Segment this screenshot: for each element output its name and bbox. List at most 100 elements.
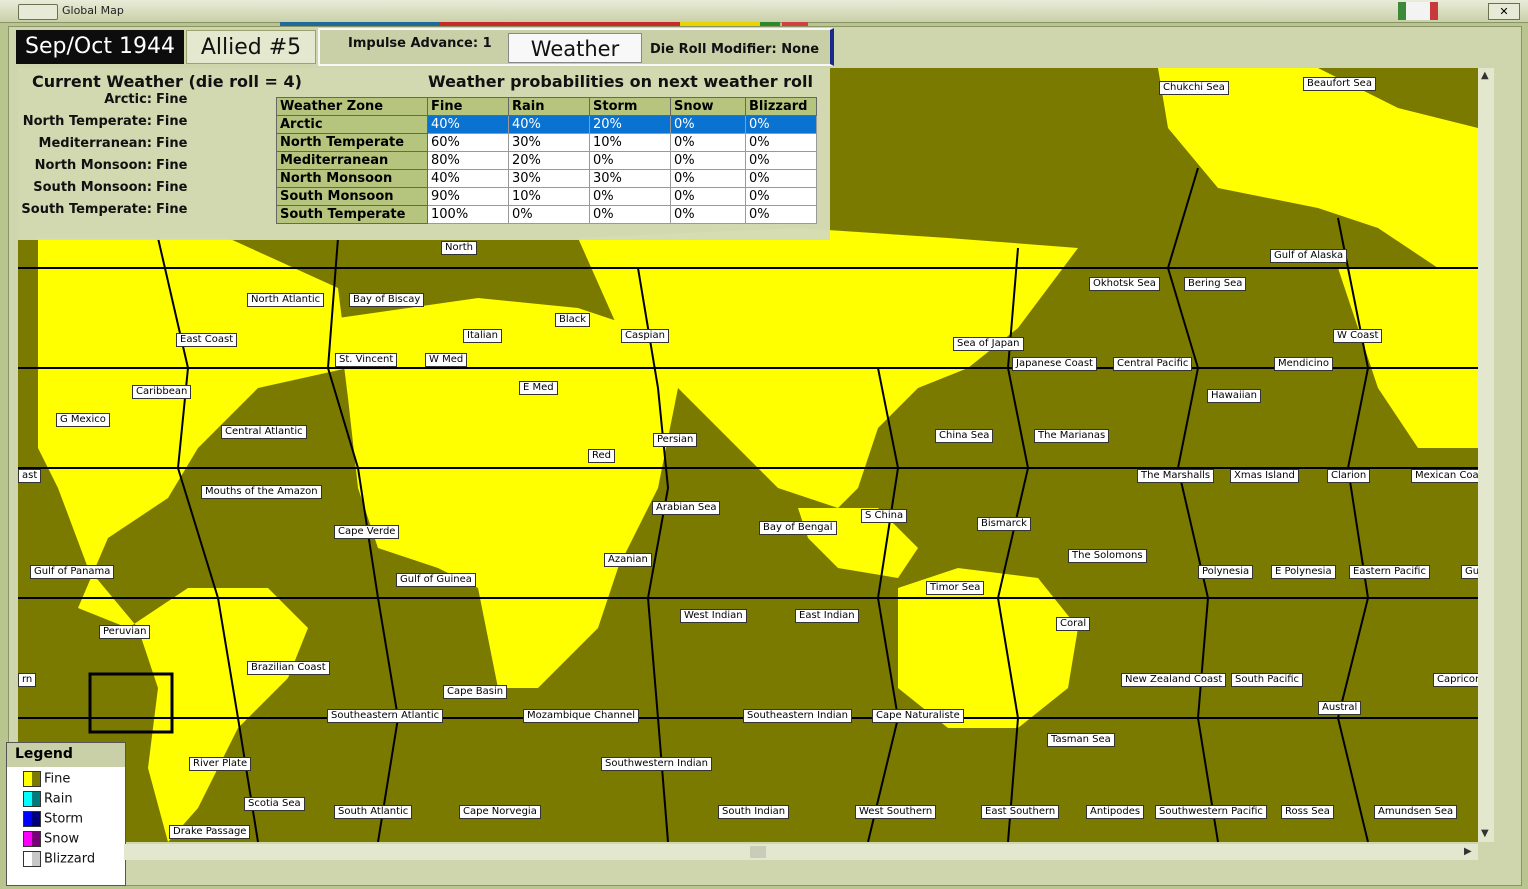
sea-zone-label[interactable]: East Coast: [176, 333, 238, 347]
table-row[interactable]: South Monsoon 90% 10% 0% 0% 0%: [276, 187, 817, 206]
table-row[interactable]: North Monsoon 40% 30% 30% 0% 0%: [276, 169, 817, 188]
sea-zone-label[interactable]: Japanese Coast: [1012, 357, 1097, 371]
close-icon[interactable]: ✕: [1488, 3, 1520, 20]
sea-zone-label[interactable]: West Indian: [680, 609, 747, 623]
probability-table: Weather Zone Fine Rain Storm Snow Blizza…: [276, 97, 817, 224]
sea-zone-label[interactable]: Antipodes: [1086, 805, 1145, 819]
scroll-up-icon[interactable]: ▲: [1481, 70, 1489, 81]
legend-panel: Legend Fine Rain Storm Snow Blizzard: [6, 742, 126, 886]
legend-item: Blizzard: [23, 851, 95, 867]
sea-zone-label[interactable]: Drake Passage: [169, 825, 251, 839]
sea-zone-label[interactable]: Caspian: [621, 329, 669, 343]
sea-zone-label[interactable]: West Southern: [855, 805, 937, 819]
legend-item: Rain: [23, 791, 73, 807]
sea-zone-label[interactable]: Tasman Sea: [1047, 733, 1115, 747]
sea-zone-label[interactable]: Arabian Sea: [652, 501, 721, 515]
sea-zone-label[interactable]: Italian: [463, 329, 503, 343]
sea-zone-label[interactable]: Black: [555, 313, 591, 327]
system-menu-button[interactable]: [18, 4, 58, 20]
sea-zone-label[interactable]: Gulf of Guinea: [396, 573, 476, 587]
sea-zone-label[interactable]: Clarion: [1327, 469, 1371, 483]
sea-zone-label[interactable]: Red: [588, 449, 615, 463]
sea-zone-label[interactable]: Mouths of the Amazon: [201, 485, 322, 499]
legend-swatch: [23, 771, 41, 787]
scroll-down-icon[interactable]: ▼: [1481, 828, 1489, 839]
sea-zone-label[interactable]: Bismarck: [977, 517, 1031, 531]
sea-zone-label[interactable]: Brazilian Coast: [247, 661, 330, 675]
sea-zone-label[interactable]: River Plate: [189, 757, 252, 771]
sea-zone-label[interactable]: North Atlantic: [247, 293, 325, 307]
vertical-scrollbar[interactable]: ▲ ▼: [1478, 68, 1494, 842]
sea-zone-label[interactable]: Bering Sea: [1184, 277, 1247, 291]
table-row[interactable]: Arctic 40% 40% 20% 0% 0%: [276, 115, 817, 134]
probability-cell: 0%: [670, 169, 746, 188]
sea-zone-label[interactable]: The Solomons: [1068, 549, 1147, 563]
horizontal-scrollbar[interactable]: ▶: [124, 844, 1478, 860]
sea-zone-label[interactable]: E Med: [519, 381, 558, 395]
probability-cell: 0%: [589, 205, 671, 224]
sea-zone-label[interactable]: Timor Sea: [926, 581, 985, 595]
sea-zone-label[interactable]: S China: [861, 509, 908, 523]
sea-zone-label[interactable]: South Atlantic: [334, 805, 413, 819]
zone-name: North Monsoon:: [34, 158, 152, 173]
sea-zone-label[interactable]: Southeastern Atlantic: [327, 709, 444, 723]
sea-zone-label[interactable]: ast: [18, 469, 42, 483]
sea-zone-label[interactable]: W Coast: [1333, 329, 1383, 343]
sea-zone-label[interactable]: rn: [18, 673, 37, 687]
sea-zone-label[interactable]: Austral: [1318, 701, 1362, 715]
sea-zone-label[interactable]: Mozambique Channel: [523, 709, 640, 723]
sea-zone-label[interactable]: The Marshalls: [1137, 469, 1215, 483]
column-header: Rain: [508, 97, 590, 116]
weather-button[interactable]: Weather: [508, 33, 642, 63]
sea-zone-label[interactable]: Ross Sea: [1281, 805, 1334, 819]
sea-zone-label[interactable]: Scotia Sea: [244, 797, 305, 811]
sea-zone-label[interactable]: East Southern: [981, 805, 1060, 819]
sea-zone-label[interactable]: Central Pacific: [1113, 357, 1193, 371]
sea-zone-label[interactable]: Bay of Biscay: [349, 293, 425, 307]
sea-zone-label[interactable]: Southwestern Indian: [601, 757, 713, 771]
sea-zone-label[interactable]: Cape Naturaliste: [872, 709, 964, 723]
sea-zone-label[interactable]: Cape Norvegia: [459, 805, 541, 819]
sea-zone-label[interactable]: Cape Verde: [334, 525, 400, 539]
sea-zone-label[interactable]: Southwestern Pacific: [1155, 805, 1267, 819]
sea-zone-label[interactable]: North: [441, 241, 477, 255]
sea-zone-label[interactable]: Southeastern Indian: [743, 709, 852, 723]
sea-zone-label[interactable]: G Mexico: [56, 413, 110, 427]
sea-zone-label[interactable]: E Polynesia: [1271, 565, 1336, 579]
probability-cell: 10%: [589, 133, 671, 152]
sea-zone-label[interactable]: The Marianas: [1034, 429, 1110, 443]
sea-zone-label[interactable]: Chukchi Sea: [1159, 81, 1229, 95]
sea-zone-label[interactable]: Persian: [653, 433, 698, 447]
sea-zone-label[interactable]: South Indian: [718, 805, 790, 819]
sea-zone-label[interactable]: Peruvian: [99, 625, 151, 639]
sea-zone-label[interactable]: Okhotsk Sea: [1089, 277, 1160, 291]
sea-zone-label[interactable]: Coral: [1056, 617, 1091, 631]
sea-zone-label[interactable]: St. Vincent: [335, 353, 398, 367]
sea-zone-label[interactable]: Mendicino: [1274, 357, 1333, 371]
sea-zone-label[interactable]: Beaufort Sea: [1303, 77, 1376, 91]
sea-zone-label[interactable]: Xmas Island: [1230, 469, 1299, 483]
sea-zone-label[interactable]: Gulf of Alaska: [1270, 249, 1348, 263]
sea-zone-label[interactable]: Sea of Japan: [953, 337, 1024, 351]
sea-zone-label[interactable]: W Med: [425, 353, 468, 367]
table-row[interactable]: South Temperate 100% 0% 0% 0% 0%: [276, 205, 817, 224]
table-row[interactable]: Mediterranean 80% 20% 0% 0% 0%: [276, 151, 817, 170]
sea-zone-label[interactable]: East Indian: [795, 609, 859, 623]
sea-zone-label[interactable]: Amundsen Sea: [1374, 805, 1458, 819]
sea-zone-label[interactable]: Hawaiian: [1207, 389, 1261, 403]
sea-zone-label[interactable]: Gulf of Panama: [30, 565, 115, 579]
sea-zone-label[interactable]: Central Atlantic: [221, 425, 307, 439]
sea-zone-label[interactable]: Caribbean: [132, 385, 192, 399]
sea-zone-label[interactable]: Bay of Bengal: [759, 521, 837, 535]
sea-zone-label[interactable]: Eastern Pacific: [1349, 565, 1430, 579]
sea-zone-label[interactable]: Cape Basin: [443, 685, 508, 699]
table-row[interactable]: North Temperate 60% 30% 10% 0% 0%: [276, 133, 817, 152]
die-roll-modifier: Die Roll Modifier: None: [650, 42, 819, 57]
scroll-right-icon[interactable]: ▶: [1464, 846, 1472, 857]
sea-zone-label[interactable]: Azanian: [604, 553, 652, 567]
sea-zone-label[interactable]: China Sea: [935, 429, 994, 443]
sea-zone-label[interactable]: New Zealand Coast: [1121, 673, 1227, 687]
sea-zone-label[interactable]: Polynesia: [1198, 565, 1254, 579]
scroll-thumb[interactable]: [750, 846, 766, 858]
sea-zone-label[interactable]: South Pacific: [1231, 673, 1304, 687]
